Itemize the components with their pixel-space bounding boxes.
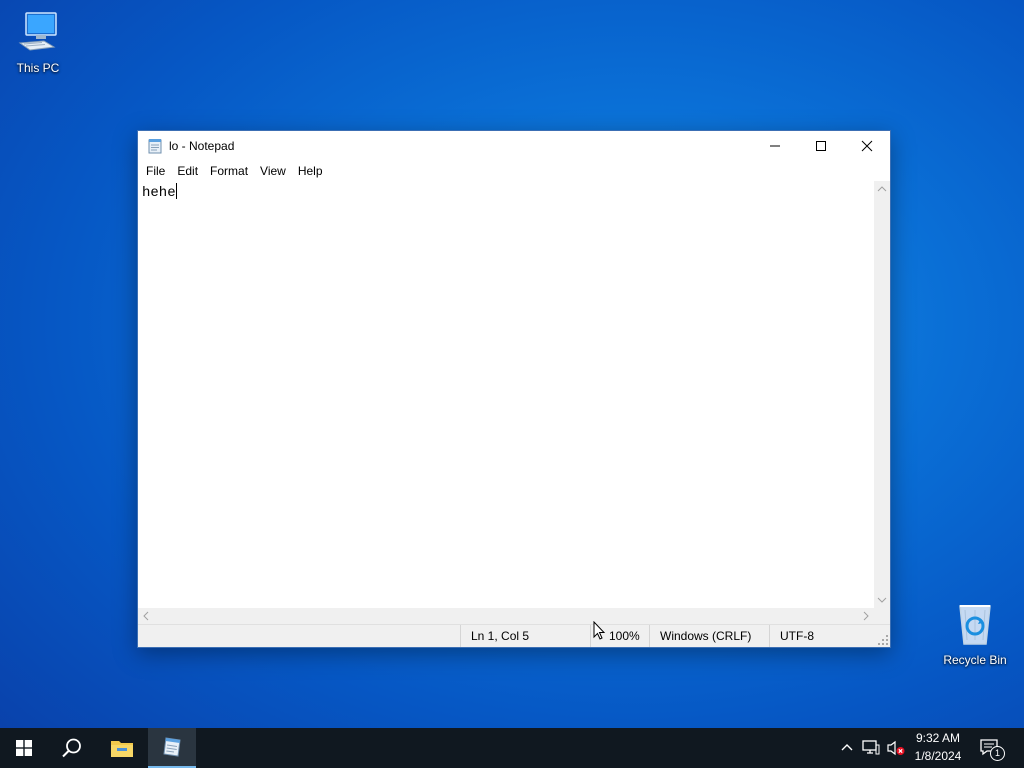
clock-time[interactable]: 9:32 AM <box>910 731 966 745</box>
recycle-bin-icon <box>959 605 991 645</box>
title-bar[interactable]: lo - Notepad <box>138 131 890 161</box>
scroll-left-icon <box>143 611 149 621</box>
minimize-button[interactable] <box>752 131 798 161</box>
minimize-icon <box>770 145 780 147</box>
scroll-up-icon <box>877 186 887 192</box>
close-icon <box>861 140 873 152</box>
desktop-icon-this-pc[interactable]: This PC <box>2 10 74 75</box>
taskbar: 9:32 AM 1/8/2024 1 <box>0 728 1024 768</box>
menu-edit[interactable]: Edit <box>171 164 204 178</box>
show-hidden-icons-chevron-icon[interactable] <box>840 741 854 755</box>
scroll-down-icon <box>877 597 887 603</box>
search-button[interactable] <box>48 728 96 768</box>
windows-start-icon <box>16 740 32 756</box>
scroll-right-icon <box>863 611 869 621</box>
status-encoding: UTF-8 <box>769 625 880 647</box>
menu-file[interactable]: File <box>140 164 171 178</box>
menu-help[interactable]: Help <box>292 164 329 178</box>
close-button[interactable] <box>844 131 890 161</box>
text-caret <box>175 183 177 199</box>
action-center-button[interactable]: 1 <box>980 738 1005 761</box>
vertical-scrollbar[interactable] <box>874 181 890 608</box>
status-line-ending: Windows (CRLF) <box>649 625 770 647</box>
notepad-icon <box>148 139 162 154</box>
notification-badge: 1 <box>990 746 1005 761</box>
volume-muted-icon[interactable] <box>886 740 906 756</box>
clock-date[interactable]: 1/8/2024 <box>910 749 966 763</box>
status-bar: Ln 1, Col 5 100% Windows (CRLF) UTF-8 <box>138 624 890 647</box>
search-icon <box>62 738 81 758</box>
file-explorer-icon <box>111 741 133 757</box>
taskbar-notepad[interactable] <box>148 728 196 768</box>
notepad-icon <box>163 737 181 757</box>
menu-format[interactable]: Format <box>204 164 254 178</box>
maximize-button[interactable] <box>798 131 844 161</box>
text-editor[interactable]: hehe <box>138 181 874 608</box>
window-title: lo - Notepad <box>169 139 235 153</box>
resize-grip-icon[interactable] <box>877 634 889 646</box>
start-button[interactable] <box>0 728 48 768</box>
desktop-icon-recycle-bin[interactable]: Recycle Bin <box>939 600 1011 667</box>
menu-bar: File Edit Format View Help <box>138 161 890 181</box>
network-icon[interactable] <box>862 740 880 756</box>
notepad-window: lo - Notepad File Edit Format View Help … <box>137 130 891 648</box>
computer-icon <box>18 12 57 51</box>
horizontal-scrollbar[interactable] <box>138 608 874 624</box>
scrollbar-corner <box>874 608 890 624</box>
mouse-cursor-icon <box>593 621 606 640</box>
status-position: Ln 1, Col 5 <box>460 625 591 647</box>
taskbar-file-explorer[interactable] <box>98 728 146 768</box>
maximize-icon <box>816 141 826 151</box>
menu-view[interactable]: View <box>254 164 292 178</box>
desktop-icon-label: Recycle Bin <box>943 653 1007 667</box>
editor-content: hehe <box>142 185 176 201</box>
desktop-icon-label: This PC <box>16 61 60 75</box>
